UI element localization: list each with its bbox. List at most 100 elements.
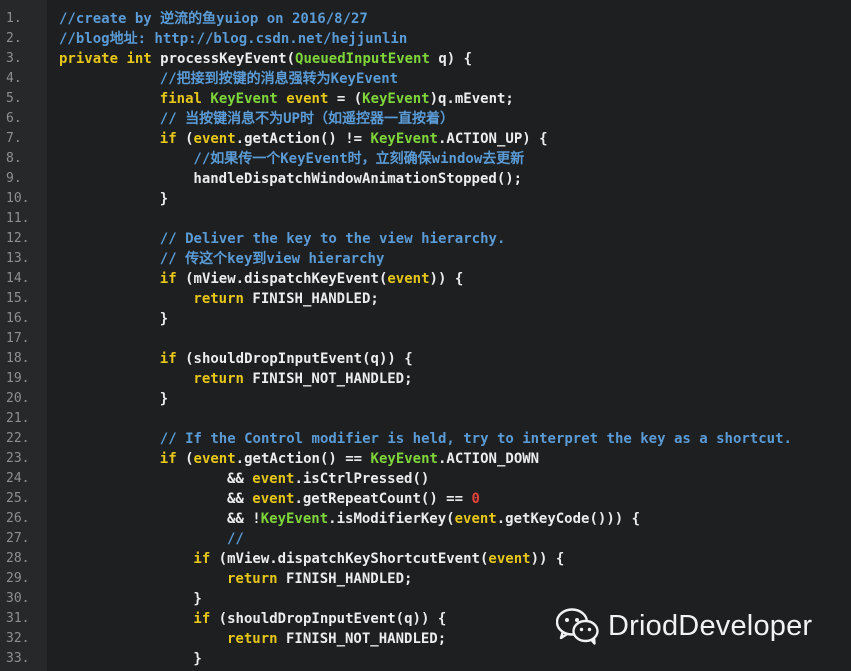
code-token: processKeyEvent( [151,51,296,67]
code-token: return [193,291,244,307]
code-token: (mView.dispatchKeyShortcutEvent( [210,551,489,567]
code-token: } [159,311,169,327]
code-text: if (shouldDropInputEvent(q)) { [148,349,413,369]
code-text: if (event.getAction() != KeyEvent.ACTION… [148,129,548,149]
code-line: 11. [0,209,851,229]
code-token: FINISH_NOT_HANDLED; [277,631,447,647]
code-text: return FINISH_HANDLED; [215,569,412,589]
code-line: 19. return FINISH_NOT_HANDLED; [0,369,851,389]
line-number: 13. [6,251,30,266]
code-token: )) { [429,271,464,287]
code-line: 29. return FINISH_HANDLED; [0,569,851,589]
line-number: 31. [6,611,30,626]
code-text: //create by 逆流的鱼yuiop on 2016/8/27 [47,9,368,29]
line-number: 27. [6,531,30,546]
code-token: //create by 逆流的鱼yuiop on 2016/8/27 [59,11,368,27]
code-token: return [193,371,244,387]
code-token: KeyEvent [370,131,438,147]
code-text: final KeyEvent event = (KeyEvent)q.mEven… [148,89,514,109]
code-line: 4. //把接到按键的消息强转为KeyEvent [0,69,851,89]
code-line: 10.} [0,189,851,209]
code-token: .getKeyCode())) { [496,511,641,527]
code-token: = ( [328,91,363,107]
line-number: 26. [6,511,30,526]
code-line: 24. && event.isCtrlPressed() [0,469,851,489]
code-line: 28. if (mView.dispatchKeyShortcutEvent(ev… [0,549,851,569]
line-number: 32. [6,631,30,646]
code-line: 8. //如果传一个KeyEvent时，立刻确保window去更新 [0,149,851,169]
code-line: 5. final KeyEvent event = (KeyEvent)q.mEv… [0,89,851,109]
code-line: 7. if (event.getAction() != KeyEvent.ACTI… [0,129,851,149]
code-token: ( [176,451,194,467]
code-token: event [387,271,430,287]
code-token: q) { [429,51,473,67]
code-token: final [159,91,202,107]
code-token: FINISH_NOT_HANDLED; [243,371,413,387]
code-token: handleDispatchWindowAnimationStopped(); [193,171,523,187]
code-token: // [227,531,244,547]
code-text: // [215,529,244,549]
code-text: return FINISH_NOT_HANDLED; [215,629,446,649]
code-text: return FINISH_NOT_HANDLED; [181,369,412,389]
line-number: 5. [6,91,22,106]
code-token: //如果传一个KeyEvent时，立刻确保window去更新 [193,151,525,167]
code-text: handleDispatchWindowAnimationStopped(); [181,169,522,189]
code-token: if [159,351,177,367]
line-number: 10. [6,191,30,206]
code-token: if [159,271,177,287]
code-token: && [227,491,253,507]
code-editor[interactable]: 1. //create by 逆流的鱼yuiop on 2016/8/27 2. //… [0,0,851,671]
code-text: && !KeyEvent.isModifierKey(event.getKeyC… [215,509,640,529]
code-line: 23. if (event.getAction() == KeyEvent.ACT… [0,449,851,469]
code-token: KeyEvent [362,91,430,107]
code-line: 15. return FINISH_HANDLED; [0,289,851,309]
code-token: )) { [530,551,565,567]
code-line: 3. private int processKeyEvent(QueuedInpu… [0,49,851,69]
code-text: } [148,309,168,329]
line-number: 8. [6,151,22,166]
line-number: 18. [6,351,30,366]
watermark: DriodDeveloper [556,604,812,648]
code-text: return FINISH_HANDLED; [181,289,378,309]
code-token: event [193,451,236,467]
line-number: 23. [6,451,30,466]
code-token: .isCtrlPressed() [294,471,430,487]
code-token: } [193,591,202,607]
code-text: if (shouldDropInputEvent(q)) { [181,609,446,629]
code-line: 13. // 传这个key到view hierarchy [0,249,851,269]
code-line: 18. if (shouldDropInputEvent(q)) { [0,349,851,369]
code-line: 14. if (mView.dispatchKeyEvent(event)) { [0,269,851,289]
line-number: 12. [6,231,30,246]
code-line: 16.} [0,309,851,329]
code-token: if [193,611,211,627]
code-token: FINISH_HANDLED; [243,291,379,307]
code-text: // 当按键消息不为UP时（如遥控器一直按着） [148,109,454,129]
line-number: 19. [6,371,30,386]
line-number: 15. [6,291,30,306]
code-line: 21. [0,409,851,429]
code-token: event [252,471,295,487]
line-number: 1. [6,11,22,26]
code-line: 27. // [0,529,851,549]
line-number: 6. [6,111,22,126]
code-token: KeyEvent [370,451,438,467]
code-line: 12. // Deliver the key to the view hierar… [0,229,851,249]
code-token: } [159,191,169,207]
code-token: if [193,551,211,567]
code-token: event [252,491,295,507]
code-token: } [159,391,169,407]
line-number: 28. [6,551,30,566]
code-token: private [59,51,119,67]
code-line: 17. [0,329,851,349]
code-token: .getAction() == [235,451,371,467]
code-token: KeyEvent [210,91,278,107]
code-line: 22. // If the Control modifier is held, t… [0,429,851,449]
code-line: 25. && event.getRepeatCount() == 0 [0,489,851,509]
code-token: // If the Control modifier is held, try … [159,431,792,447]
code-token: return [227,571,278,587]
code-token: .ACTION_DOWN [437,451,540,467]
